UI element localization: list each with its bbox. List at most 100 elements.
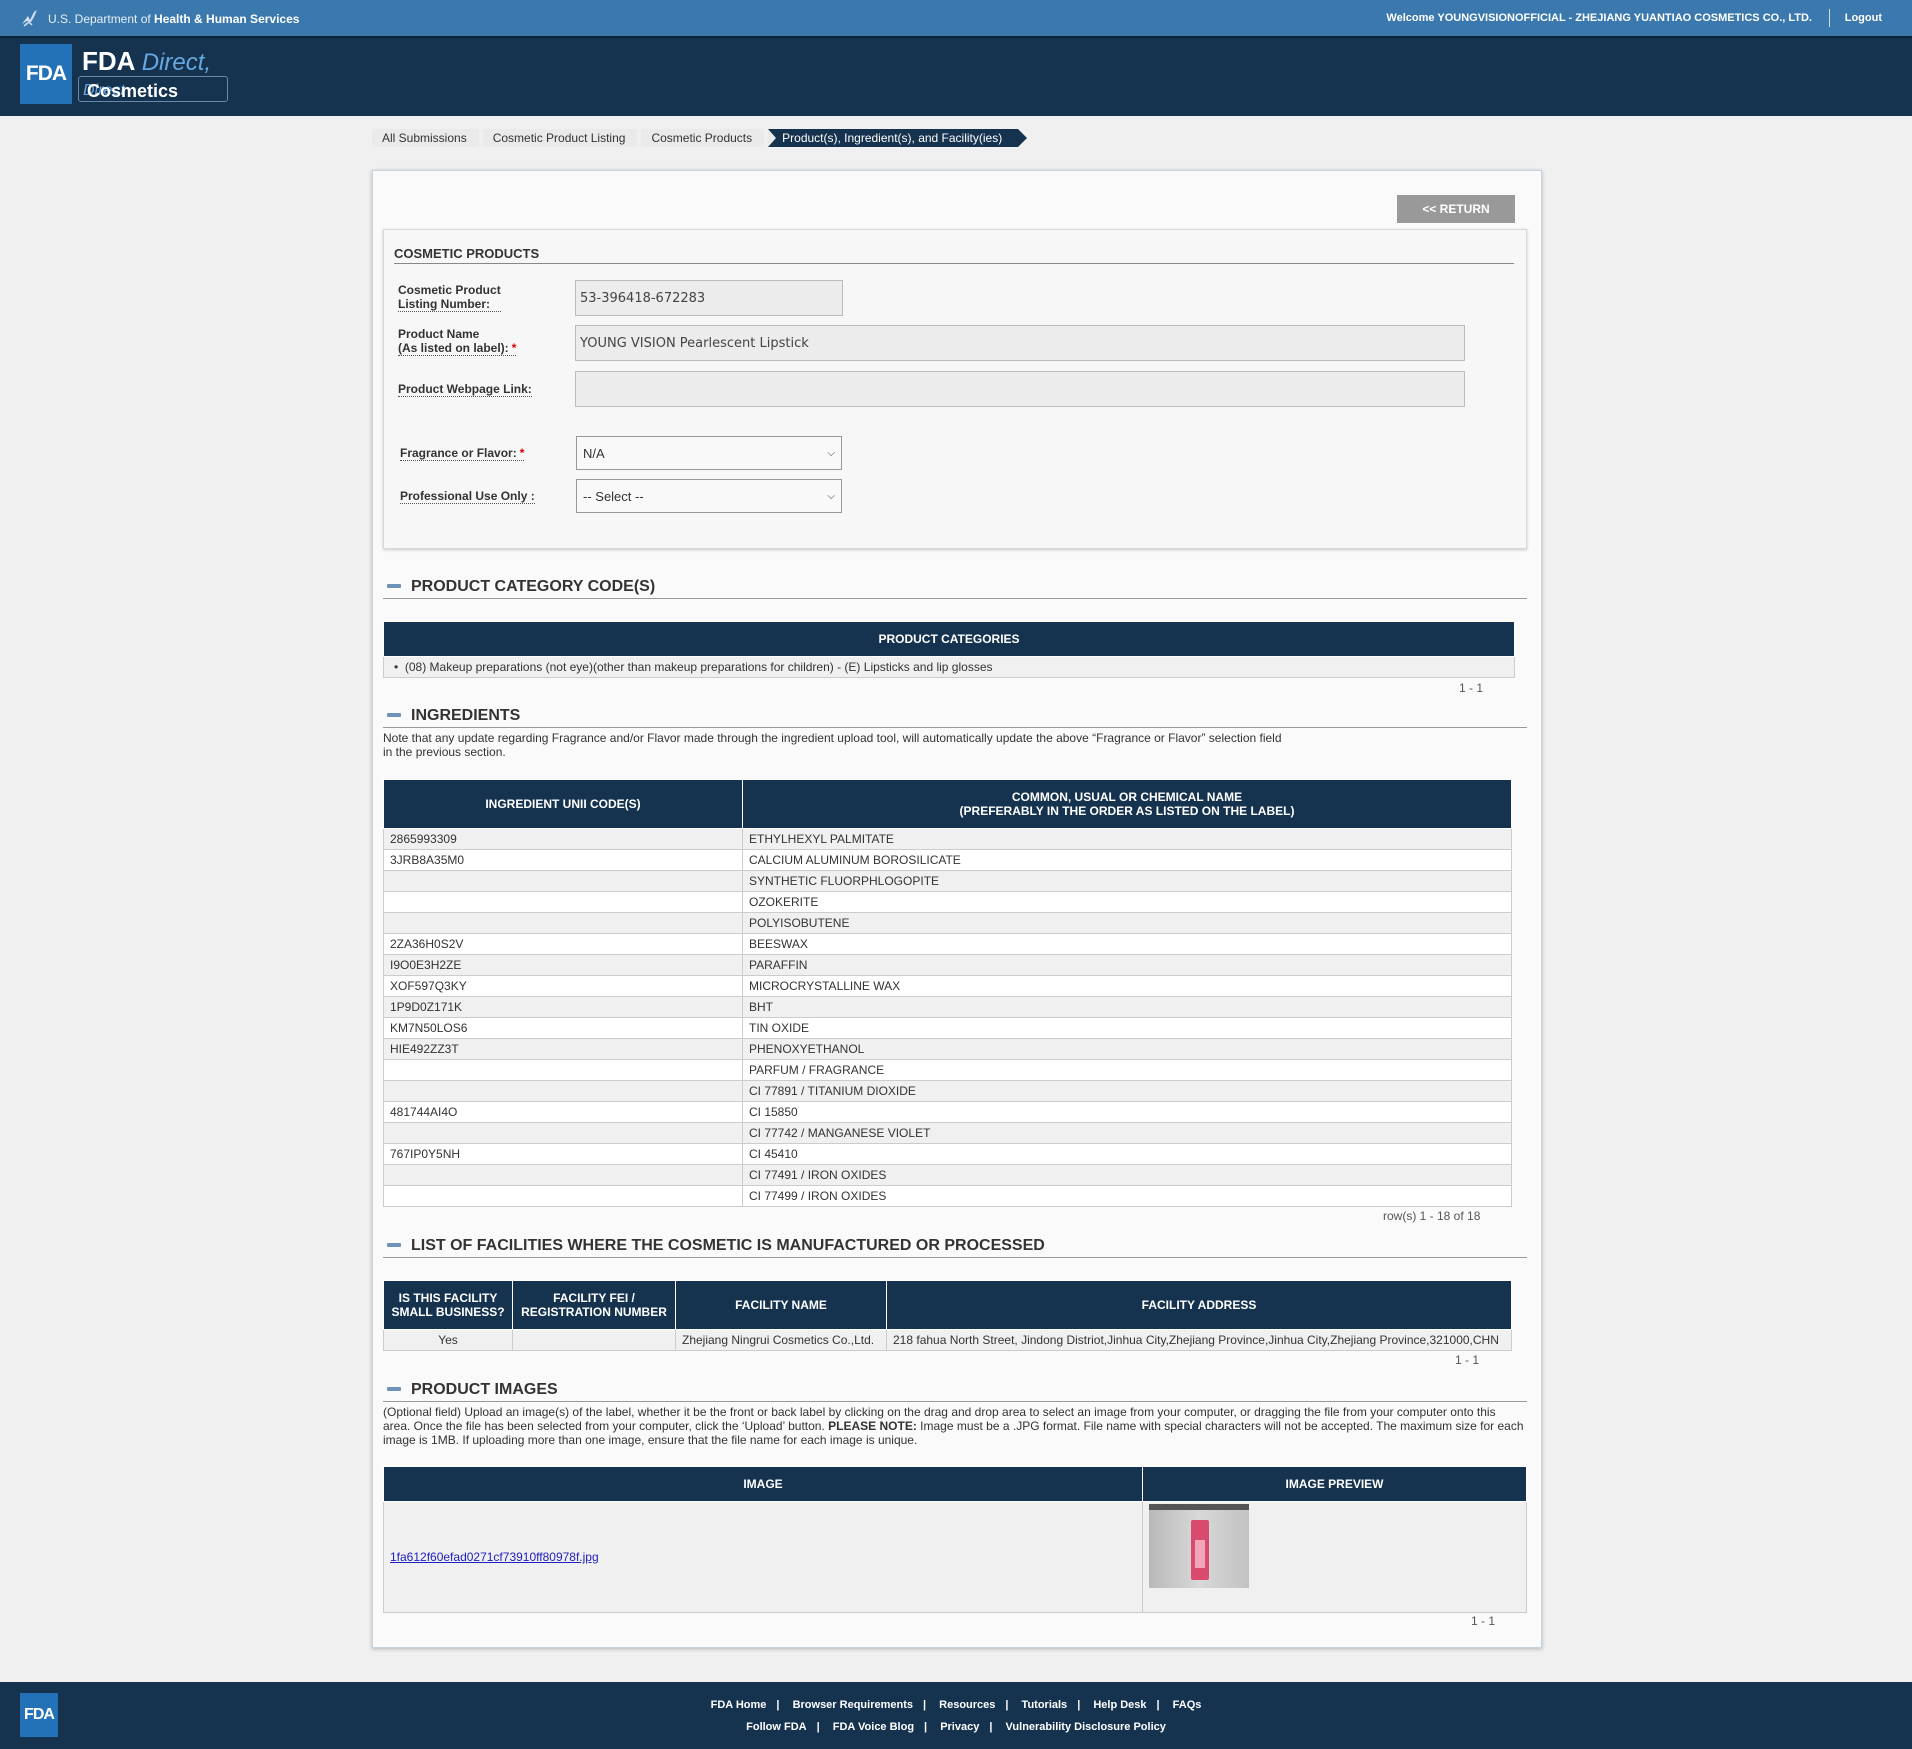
- images-note: (Optional field) Upload an image(s) of t…: [383, 1405, 1524, 1447]
- site-header: FDA FDA Direct, Cosmetics Direct: [0, 36, 1912, 116]
- category-section-header[interactable]: PRODUCT CATEGORY CODE(S): [383, 576, 1527, 599]
- unii-code-cell: 2ZA36H0S2V: [383, 933, 743, 955]
- lipstick-thumbnail[interactable]: [1149, 1504, 1249, 1588]
- divider: [394, 263, 1514, 264]
- image-preview-column-header: IMAGE PREVIEW: [1142, 1466, 1527, 1502]
- site-footer: FDA FDA Home | Browser Requirements | Reso…: [0, 1682, 1912, 1749]
- images-section-header[interactable]: PRODUCT IMAGES: [383, 1379, 1527, 1402]
- chemical-name-cell: CI 77499 / IRON OXIDES: [742, 1185, 1512, 1207]
- ingredients-section-title: INGREDIENTS: [411, 707, 521, 724]
- chemical-name-cell: OZOKERITE: [742, 891, 1512, 913]
- collapse-icon[interactable]: [387, 1387, 401, 1391]
- chevron-down-icon: ⌵: [827, 447, 835, 459]
- category-table: PRODUCT CATEGORIES • (08) Makeup prepara…: [383, 621, 1515, 678]
- cosmetics-direct-brand: Cosmetics Direct: [78, 76, 228, 102]
- product-name-field[interactable]: YOUNG VISION Pearlescent Lipstick: [575, 325, 1465, 361]
- chemical-name-cell: CALCIUM ALUMINUM BOROSILICATE: [742, 849, 1512, 871]
- ingredients-table: INGREDIENT UNII CODE(S) COMMON, USUAL OR…: [383, 779, 1512, 1207]
- unii-code-cell: 1P9D0Z171K: [383, 996, 743, 1018]
- chemical-name-cell: CI 45410: [742, 1143, 1512, 1165]
- fda-logo[interactable]: FDA: [20, 44, 72, 104]
- unii-code-cell: [383, 870, 743, 892]
- footer-link-browser-requirements[interactable]: Browser Requirements: [793, 1699, 913, 1711]
- footer-links-row-2: Follow FDA | FDA Voice Blog | Privacy | Vul…: [0, 1721, 1912, 1733]
- footer-link-help-desk[interactable]: Help Desk: [1093, 1699, 1146, 1711]
- footer-link-fda-home[interactable]: FDA Home: [711, 1699, 767, 1711]
- images-section-title: PRODUCT IMAGES: [411, 1381, 558, 1398]
- unii-code-cell: I9O0E3H2ZE: [383, 954, 743, 976]
- hhs-agency-name[interactable]: U.S. Department of Health & Human Servic…: [48, 12, 299, 26]
- cosmetic-products-title: COSMETIC PRODUCTS: [394, 246, 540, 261]
- unii-code-cell: [383, 1080, 743, 1102]
- breadcrumb-current-page: Product(s), Ingredient(s), and Facility(…: [768, 129, 1028, 147]
- link-separator: |: [1077, 1699, 1081, 1711]
- fei-column-header: FACILITY FEI / REGISTRATION NUMBER: [512, 1280, 676, 1330]
- ingredient-row: 481744AI4O CI 15850: [383, 1101, 1512, 1123]
- unii-code-cell: KM7N50LOS6: [383, 1017, 743, 1039]
- unii-code-cell: 767IP0Y5NH: [383, 1143, 743, 1165]
- ingredient-row: CI 77891 / TITANIUM DIOXIDE: [383, 1080, 1512, 1102]
- webpage-link-label: Product Webpage Link:: [398, 382, 532, 397]
- unii-code-cell: [383, 1122, 743, 1144]
- ingredient-row: POLYISOBUTENE: [383, 912, 1512, 934]
- chemical-name-cell: CI 77891 / TITANIUM DIOXIDE: [742, 1080, 1512, 1102]
- unii-code-cell: [383, 1059, 743, 1081]
- hhs-top-bar: U.S. Department of Health & Human Servic…: [0, 0, 1912, 36]
- breadcrumb-cosmetic-products[interactable]: Cosmetic Products: [641, 129, 765, 147]
- hhs-eagle-icon: [22, 10, 37, 27]
- table-row: • (08) Makeup preparations (not eye)(oth…: [383, 656, 1515, 678]
- unii-code-cell: [383, 891, 743, 913]
- unii-code-cell: [383, 1164, 743, 1186]
- unii-code-cell: 3JRB8A35M0: [383, 849, 743, 871]
- breadcrumb-all-submissions[interactable]: All Submissions: [372, 129, 479, 147]
- chemical-name-cell: CI 77742 / MANGANESE VIOLET: [742, 1122, 1512, 1144]
- collapse-icon[interactable]: [387, 713, 401, 717]
- fragrance-label: Fragrance or Flavor: *: [400, 446, 525, 461]
- ingredients-note: Note that any update regarding Fragrance…: [383, 731, 1282, 759]
- footer-link-tutorials[interactable]: Tutorials: [1022, 1699, 1068, 1711]
- collapse-icon[interactable]: [387, 1243, 401, 1247]
- ingredient-row: HIE492ZZ3T PHENOXYETHANOL: [383, 1038, 1512, 1060]
- footer-link-follow-fda[interactable]: Follow FDA: [746, 1721, 807, 1733]
- logout-link[interactable]: Logout: [1845, 12, 1882, 24]
- footer-link-fda-voice-blog[interactable]: FDA Voice Blog: [833, 1721, 914, 1733]
- image-column-header: IMAGE: [383, 1466, 1143, 1502]
- facilities-section-header[interactable]: LIST OF FACILITIES WHERE THE COSMETIC IS…: [383, 1235, 1527, 1258]
- unii-code-cell: 481744AI4O: [383, 1101, 743, 1123]
- professional-use-select[interactable]: -- Select -- ⌵: [576, 479, 842, 513]
- unii-code-cell: [383, 1185, 743, 1207]
- fragrance-select[interactable]: N/A ⌵: [576, 436, 842, 470]
- chemical-name-cell: PARFUM / FRAGRANCE: [742, 1059, 1512, 1081]
- footer-link-vulnerability-disclosure[interactable]: Vulnerability Disclosure Policy: [1005, 1721, 1165, 1733]
- chemical-name-cell: MICROCRYSTALLINE WAX: [742, 975, 1512, 997]
- footer-link-resources[interactable]: Resources: [939, 1699, 995, 1711]
- ingredient-row: CI 77491 / IRON OXIDES: [383, 1164, 1512, 1186]
- listing-number-label: Cosmetic Product Listing Number:: [398, 283, 501, 312]
- chemical-name-cell: ETHYLHEXYL PALMITATE: [742, 828, 1512, 850]
- listing-number-field[interactable]: 53-396418-672283: [575, 280, 843, 316]
- images-table: IMAGE IMAGE PREVIEW 1fa612f60efad0271cf7…: [383, 1466, 1527, 1613]
- image-preview-cell: [1142, 1501, 1527, 1613]
- welcome-message: Welcome YOUNGVISIONOFFICIAL - ZHEJIANG Y…: [1386, 12, 1812, 24]
- link-separator: |: [923, 1699, 927, 1711]
- small-business-cell: Yes: [383, 1329, 513, 1351]
- footer-link-privacy[interactable]: Privacy: [940, 1721, 979, 1733]
- link-separator: |: [816, 1721, 820, 1733]
- image-file-link[interactable]: 1fa612f60efad0271cf73910ff80978f.jpg: [390, 1550, 599, 1564]
- image-file-cell: 1fa612f60efad0271cf73910ff80978f.jpg: [383, 1501, 1143, 1613]
- ingredient-row: OZOKERITE: [383, 891, 1512, 913]
- link-separator: |: [776, 1699, 780, 1711]
- divider: [1829, 9, 1830, 27]
- ingredient-row: KM7N50LOS6 TIN OXIDE: [383, 1017, 1512, 1039]
- return-button[interactable]: << RETURN: [1397, 195, 1515, 223]
- ingredients-section-header[interactable]: INGREDIENTS: [383, 705, 1527, 728]
- chemical-name-cell: PHENOXYETHANOL: [742, 1038, 1512, 1060]
- ingredient-row: CI 77742 / MANGANESE VIOLET: [383, 1122, 1512, 1144]
- collapse-icon[interactable]: [387, 584, 401, 588]
- link-separator: |: [924, 1721, 928, 1733]
- link-separator: |: [1005, 1699, 1009, 1711]
- footer-link-faqs[interactable]: FAQs: [1173, 1699, 1202, 1711]
- webpage-link-field[interactable]: [575, 371, 1465, 407]
- breadcrumb-cosmetic-product-listing[interactable]: Cosmetic Product Listing: [482, 129, 638, 147]
- chemical-name-cell: SYNTHETIC FLUORPHLOGOPITE: [742, 870, 1512, 892]
